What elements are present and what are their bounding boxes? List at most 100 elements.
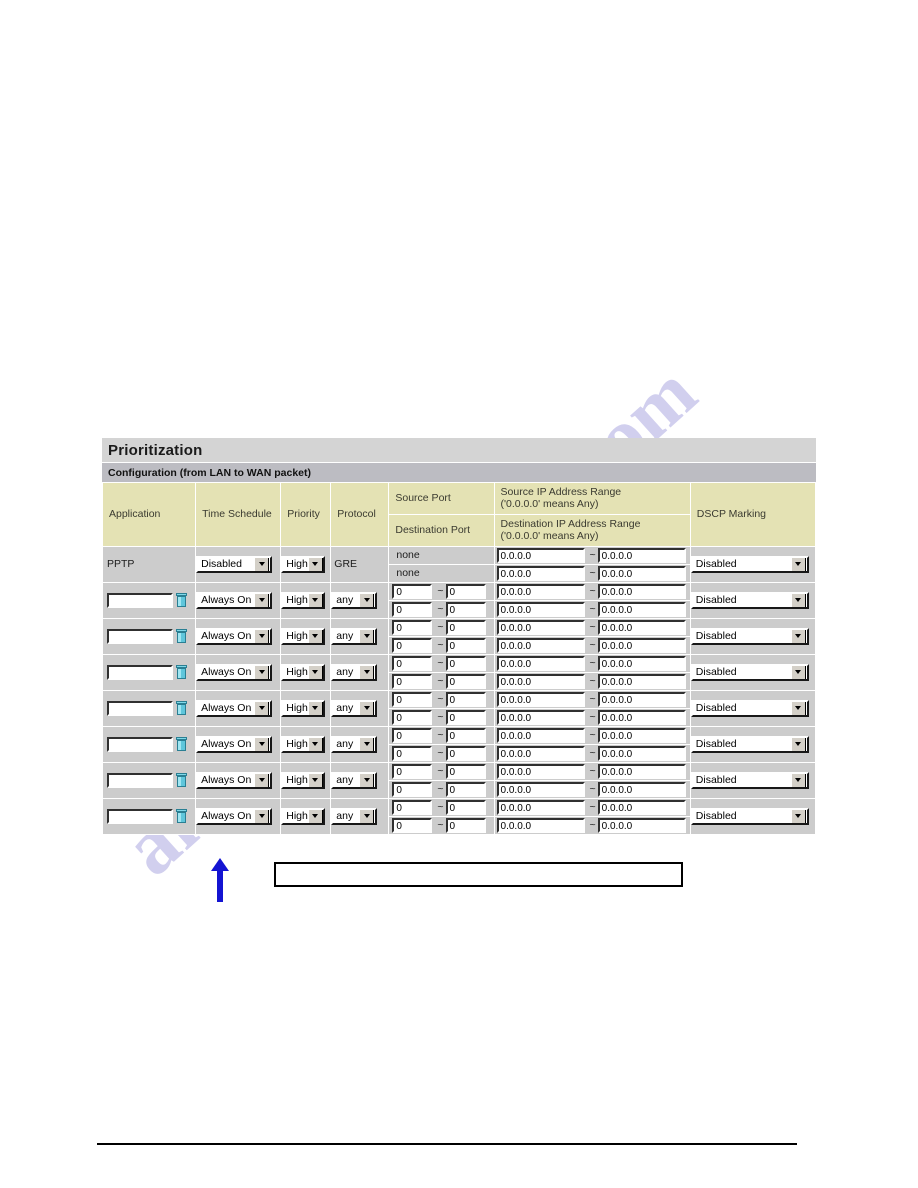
source-port-end-input[interactable]: 0: [445, 583, 486, 599]
trash-icon[interactable]: [176, 737, 187, 751]
destination-port-start-input[interactable]: 0: [392, 673, 433, 689]
chevron-down-icon[interactable]: [307, 557, 323, 571]
source-ip-end-input[interactable]: 0.0.0.0: [597, 727, 686, 743]
dest-ip-start-input[interactable]: 0.0.0.0: [496, 745, 585, 761]
priority-select[interactable]: High: [281, 735, 326, 753]
time-schedule-select[interactable]: Disabled: [196, 555, 273, 573]
protocol-select[interactable]: any: [331, 663, 378, 681]
dest-ip-end-input[interactable]: 0.0.0.0: [597, 817, 686, 833]
destination-port-end-input[interactable]: 0: [445, 709, 486, 725]
source-port-start-input[interactable]: 0: [392, 619, 433, 635]
chevron-down-icon[interactable]: [359, 665, 375, 679]
priority-select[interactable]: High: [281, 771, 326, 789]
source-port-end-input[interactable]: 0: [445, 727, 486, 743]
time-schedule-select[interactable]: Always On: [196, 771, 273, 789]
chevron-down-icon[interactable]: [790, 593, 806, 607]
source-ip-start-input[interactable]: 0.0.0.0: [496, 727, 585, 743]
source-ip-end-input[interactable]: 0.0.0.0: [597, 619, 686, 635]
chevron-down-icon[interactable]: [307, 629, 323, 643]
chevron-down-icon[interactable]: [790, 809, 806, 823]
protocol-select[interactable]: any: [331, 627, 378, 645]
priority-select[interactable]: High: [281, 627, 326, 645]
dest-ip-end-input[interactable]: 0.0.0.0: [597, 781, 686, 797]
chevron-down-icon[interactable]: [359, 737, 375, 751]
chevron-down-icon[interactable]: [254, 629, 270, 643]
time-schedule-select[interactable]: Always On: [196, 663, 273, 681]
trash-icon[interactable]: [176, 773, 187, 787]
application-input[interactable]: [107, 772, 173, 788]
destination-port-end-input[interactable]: 0: [445, 601, 486, 617]
dest-ip-end-input[interactable]: 0.0.0.0: [597, 601, 686, 617]
dscp-marking-select[interactable]: Disabled: [690, 699, 809, 717]
destination-port-start-input[interactable]: 0: [392, 781, 433, 797]
dest-ip-end-input[interactable]: 0.0.0.0: [597, 637, 686, 653]
destination-port-end-input[interactable]: 0: [445, 673, 486, 689]
dest-ip-start-input[interactable]: 0.0.0.0: [496, 817, 585, 833]
dest-ip-end-input[interactable]: 0.0.0.0: [597, 745, 686, 761]
dest-ip-start-input[interactable]: 0.0.0.0: [496, 781, 585, 797]
chevron-down-icon[interactable]: [254, 665, 270, 679]
chevron-down-icon[interactable]: [359, 773, 375, 787]
source-port-end-input[interactable]: 0: [445, 655, 486, 671]
chevron-down-icon[interactable]: [307, 773, 323, 787]
source-port-end-input[interactable]: 0: [445, 799, 486, 815]
destination-port-end-input[interactable]: 0: [445, 817, 486, 833]
trash-icon[interactable]: [176, 665, 187, 679]
source-port-end-input[interactable]: 0: [445, 763, 486, 779]
source-port-start-input[interactable]: 0: [392, 799, 433, 815]
time-schedule-select[interactable]: Always On: [196, 591, 273, 609]
chevron-down-icon[interactable]: [790, 701, 806, 715]
source-ip-end-input[interactable]: 0.0.0.0: [597, 547, 686, 563]
dest-ip-end-input[interactable]: 0.0.0.0: [597, 565, 686, 581]
dscp-marking-select[interactable]: Disabled: [690, 735, 809, 753]
time-schedule-select[interactable]: Always On: [196, 807, 273, 825]
dscp-marking-select[interactable]: Disabled: [690, 627, 809, 645]
destination-port-start-input[interactable]: 0: [392, 745, 433, 761]
priority-select[interactable]: High: [281, 699, 326, 717]
chevron-down-icon[interactable]: [254, 773, 270, 787]
source-ip-start-input[interactable]: 0.0.0.0: [496, 619, 585, 635]
destination-port-end-input[interactable]: 0: [445, 637, 486, 653]
dscp-marking-select[interactable]: Disabled: [690, 555, 809, 573]
source-ip-start-input[interactable]: 0.0.0.0: [496, 547, 585, 563]
destination-port-end-input[interactable]: 0: [445, 745, 486, 761]
trash-icon[interactable]: [176, 809, 187, 823]
source-port-end-input[interactable]: 0: [445, 691, 486, 707]
application-input[interactable]: [107, 592, 173, 608]
trash-icon[interactable]: [176, 593, 187, 607]
chevron-down-icon[interactable]: [254, 737, 270, 751]
time-schedule-select[interactable]: Always On: [196, 627, 273, 645]
destination-port-start-input[interactable]: 0: [392, 637, 433, 653]
dest-ip-start-input[interactable]: 0.0.0.0: [496, 565, 585, 581]
source-port-start-input[interactable]: 0: [392, 583, 433, 599]
time-schedule-select[interactable]: Always On: [196, 699, 273, 717]
dest-ip-end-input[interactable]: 0.0.0.0: [597, 673, 686, 689]
chevron-down-icon[interactable]: [307, 701, 323, 715]
destination-port-start-input[interactable]: 0: [392, 601, 433, 617]
priority-select[interactable]: High: [281, 591, 326, 609]
chevron-down-icon[interactable]: [307, 593, 323, 607]
trash-icon[interactable]: [176, 629, 187, 643]
protocol-select[interactable]: any: [331, 807, 378, 825]
source-ip-end-input[interactable]: 0.0.0.0: [597, 655, 686, 671]
priority-select[interactable]: High: [281, 663, 326, 681]
chevron-down-icon[interactable]: [307, 665, 323, 679]
chevron-down-icon[interactable]: [307, 737, 323, 751]
chevron-down-icon[interactable]: [359, 593, 375, 607]
chevron-down-icon[interactable]: [790, 737, 806, 751]
dest-ip-start-input[interactable]: 0.0.0.0: [496, 673, 585, 689]
dscp-marking-select[interactable]: Disabled: [690, 663, 809, 681]
application-input[interactable]: [107, 808, 173, 824]
source-ip-end-input[interactable]: 0.0.0.0: [597, 799, 686, 815]
source-port-start-input[interactable]: 0: [392, 691, 433, 707]
chevron-down-icon[interactable]: [254, 593, 270, 607]
destination-port-start-input[interactable]: 0: [392, 709, 433, 725]
chevron-down-icon[interactable]: [790, 557, 806, 571]
time-schedule-select[interactable]: Always On: [196, 735, 273, 753]
source-port-start-input[interactable]: 0: [392, 763, 433, 779]
source-ip-end-input[interactable]: 0.0.0.0: [597, 763, 686, 779]
chevron-down-icon[interactable]: [790, 665, 806, 679]
dscp-marking-select[interactable]: Disabled: [690, 591, 809, 609]
source-port-end-input[interactable]: 0: [445, 619, 486, 635]
destination-port-end-input[interactable]: 0: [445, 781, 486, 797]
